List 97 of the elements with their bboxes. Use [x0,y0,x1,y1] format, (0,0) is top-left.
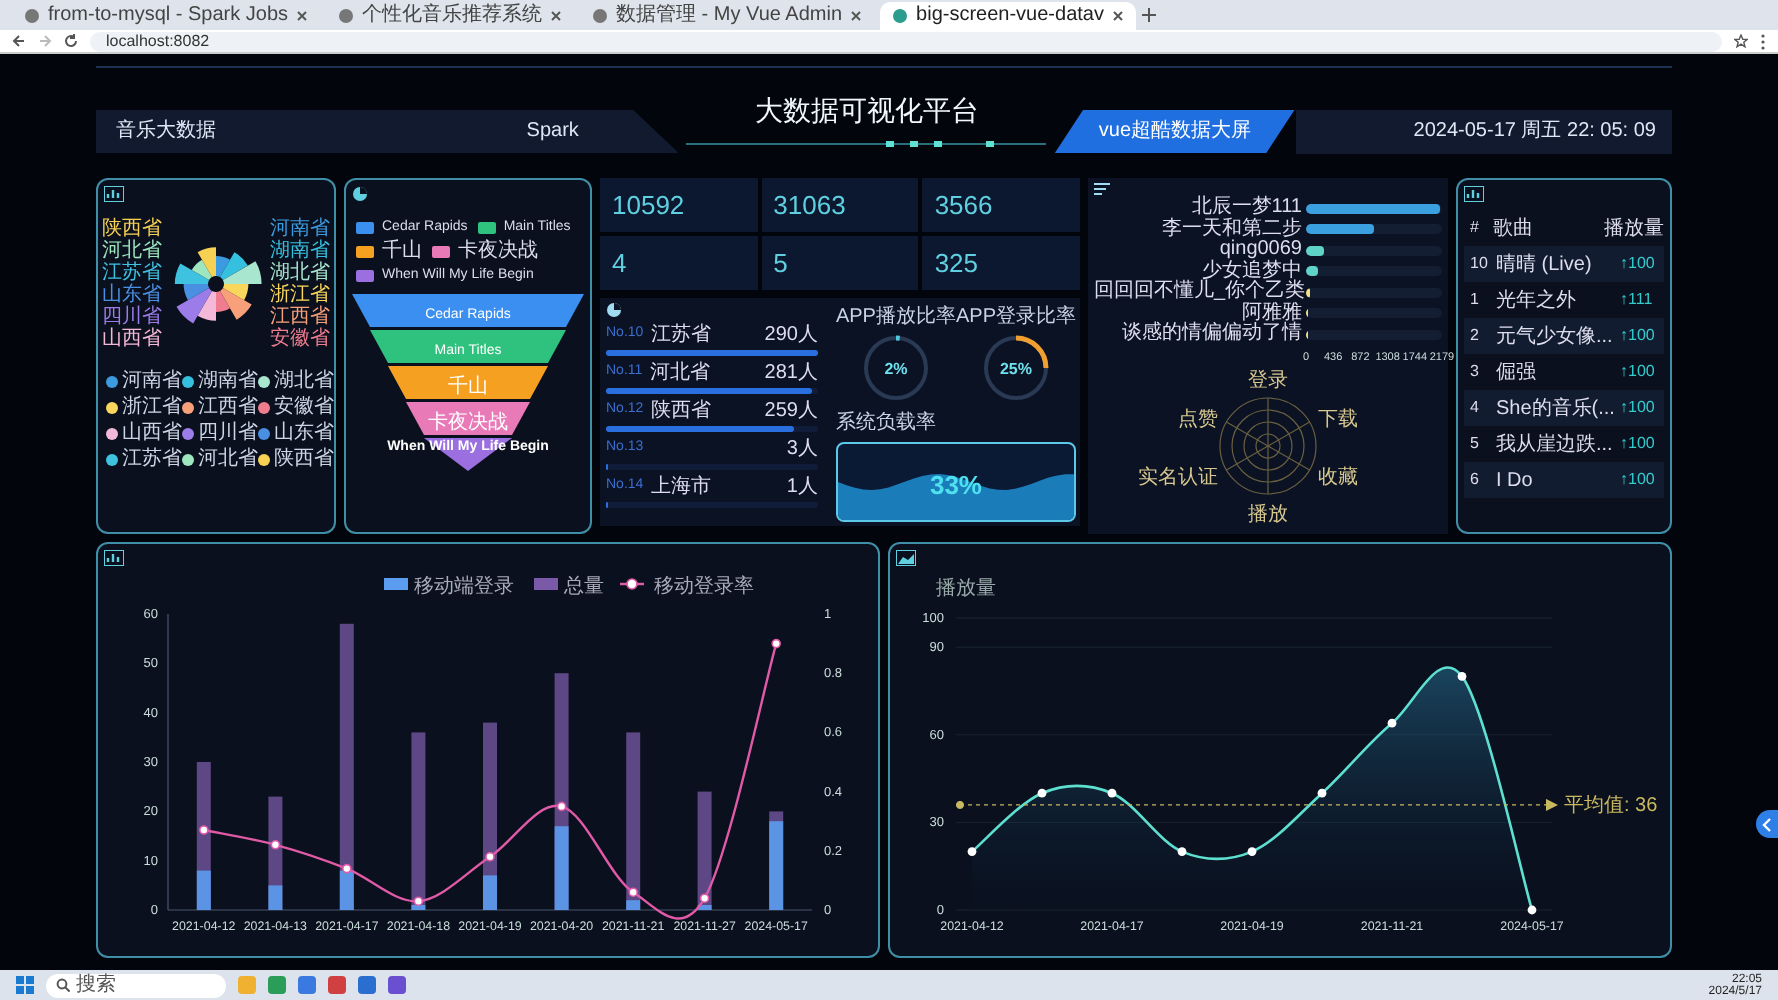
table-cell-text: 5 [1468,432,1481,456]
table-cell-text: ↑100 [1620,360,1657,384]
province-name: 陕西省 [651,400,712,422]
stat-tile: 3566 [922,178,1080,232]
gauge-value: 25% [999,360,1032,378]
stat-tile: 4 [600,236,758,290]
table-cell-text: 晴晴 (Live) [1496,251,1594,279]
table-cell-text: 6 [1468,468,1481,492]
gauge-label: APP登录比率 [955,303,1076,332]
table-cell-text: ↑100 [1620,252,1657,276]
slice-label: 山东省 [102,284,162,306]
table-cell-text: ↑100 [1620,324,1657,348]
legend-label: 四川省 [198,422,258,444]
count-label: 3人 [786,438,818,460]
column-header: 歌曲 [1493,215,1536,243]
user-name: 谈感的情偏偏动了情 [1120,324,1304,345]
legend-label: 河南省 [122,370,182,392]
legend-label: 湖南省 [198,370,258,392]
user-name: 回回回不懂儿_你个乙类 [1094,282,1306,302]
table-cell-text: 我从崖边跌... [1496,431,1615,459]
stat-tile: 10592 [600,178,758,232]
count-label: 281人 [764,362,818,384]
legend-label: 江西省 [198,396,258,418]
table-cell-text: ↑100 [1620,468,1657,492]
legend-label: 浙江省 [122,396,182,418]
legend-label: 江苏省 [122,448,182,470]
slice-label: 湖南省 [270,240,330,262]
slice-label: 河北省 [102,240,162,262]
radar-label: 播放 [1248,503,1288,525]
province-name: 江苏省 [651,324,712,346]
table-cell-text: 10 [1468,252,1490,276]
funnel-label: 千山 [448,376,488,398]
stat-tile: 325 [922,236,1080,290]
legend-label: 山西省 [122,422,182,444]
slice-label: 山西省 [102,328,162,350]
slice-label: 四川省 [102,306,162,328]
load-label: 系统负载率 [835,409,936,438]
radar-label: 收藏 [1318,466,1359,488]
table-cell-text: 1 [1468,288,1481,312]
slice-label: 江西省 [270,306,330,328]
legend-label: 移动登录率 [654,576,754,598]
slice-label: 江苏省 [102,262,162,284]
gauge-label: APP播放比率 [835,303,956,332]
page-title: 大数据可视化平台 [754,92,979,130]
radar-label: 实名认证 [1137,466,1218,488]
table-cell-text: ↑100 [1620,432,1657,456]
column-header: 播放量 [1604,215,1664,243]
legend-label: 卡夜决战 [458,242,538,262]
user-name: 阿雅雅 [1242,303,1304,323]
column-header: # [1468,216,1481,240]
table-cell-text: ↑100 [1620,396,1657,420]
slice-label: 安徽省 [270,328,330,350]
table-cell-text: 4 [1468,396,1481,420]
legend-label: 湖北省 [274,370,334,392]
table-cell-text: ↑111 [1620,288,1655,312]
user-name: 少女追梦中 [1202,261,1302,281]
legend-label: 千山 [382,242,422,262]
gauge-value: 2% [884,360,908,378]
slice-label: 河南省 [270,218,330,240]
count-label: 259人 [764,400,818,422]
province-name: 河北省 [650,362,711,384]
search-placeholder: 搜索 [76,975,116,995]
user-name: 北辰一梦111 [1189,198,1304,218]
axis-title: 播放量 [936,578,996,600]
table-cell-text: She的音乐(... [1496,395,1617,423]
legend-label: 移动端登录 [414,576,514,598]
radar-label: 点赞 [1177,408,1218,430]
legend-label: 安徽省 [274,396,334,418]
legend-label: 陕西省 [274,448,334,470]
header-tag: vue超酷数据大屏 [1054,109,1296,153]
legend-label: 河北省 [198,448,258,470]
average-label: 平均值: 36 [1564,794,1658,817]
table-cell-text: 光年之外 [1496,287,1578,315]
slice-label: 浙江省 [270,284,330,306]
table-cell-text: 3 [1468,360,1481,384]
header-label: 音乐大数据 [116,117,216,146]
radar-label: 登录 [1248,369,1288,391]
table-cell-text: I Do [1496,467,1535,495]
legend-label: 山东省 [274,422,334,444]
count-label: 290人 [764,324,818,346]
header-label: Spark [526,118,579,146]
table-cell-text: 2 [1468,324,1481,348]
slice-label: 陕西省 [102,218,162,240]
user-name: qing0069 [1219,240,1304,260]
radar-label: 下载 [1318,408,1359,430]
province-name: 上海市 [651,476,712,498]
user-name: 李一天和第二步 [1160,219,1304,239]
table-cell-text: 元气少女像... [1496,323,1615,351]
table-cell-text: 倔强 [1496,359,1538,387]
stat-tile: 5 [761,236,919,290]
legend-label: 总量 [564,576,604,598]
count-label: 1人 [786,476,818,498]
stat-tile: 31063 [761,178,919,232]
funnel-label: 卡夜决战 [428,412,508,434]
slice-label: 湖北省 [270,262,330,284]
date-time: 2024-05-17 周五 22: 05: 09 [1295,109,1672,153]
load-value: 33% [929,468,982,505]
